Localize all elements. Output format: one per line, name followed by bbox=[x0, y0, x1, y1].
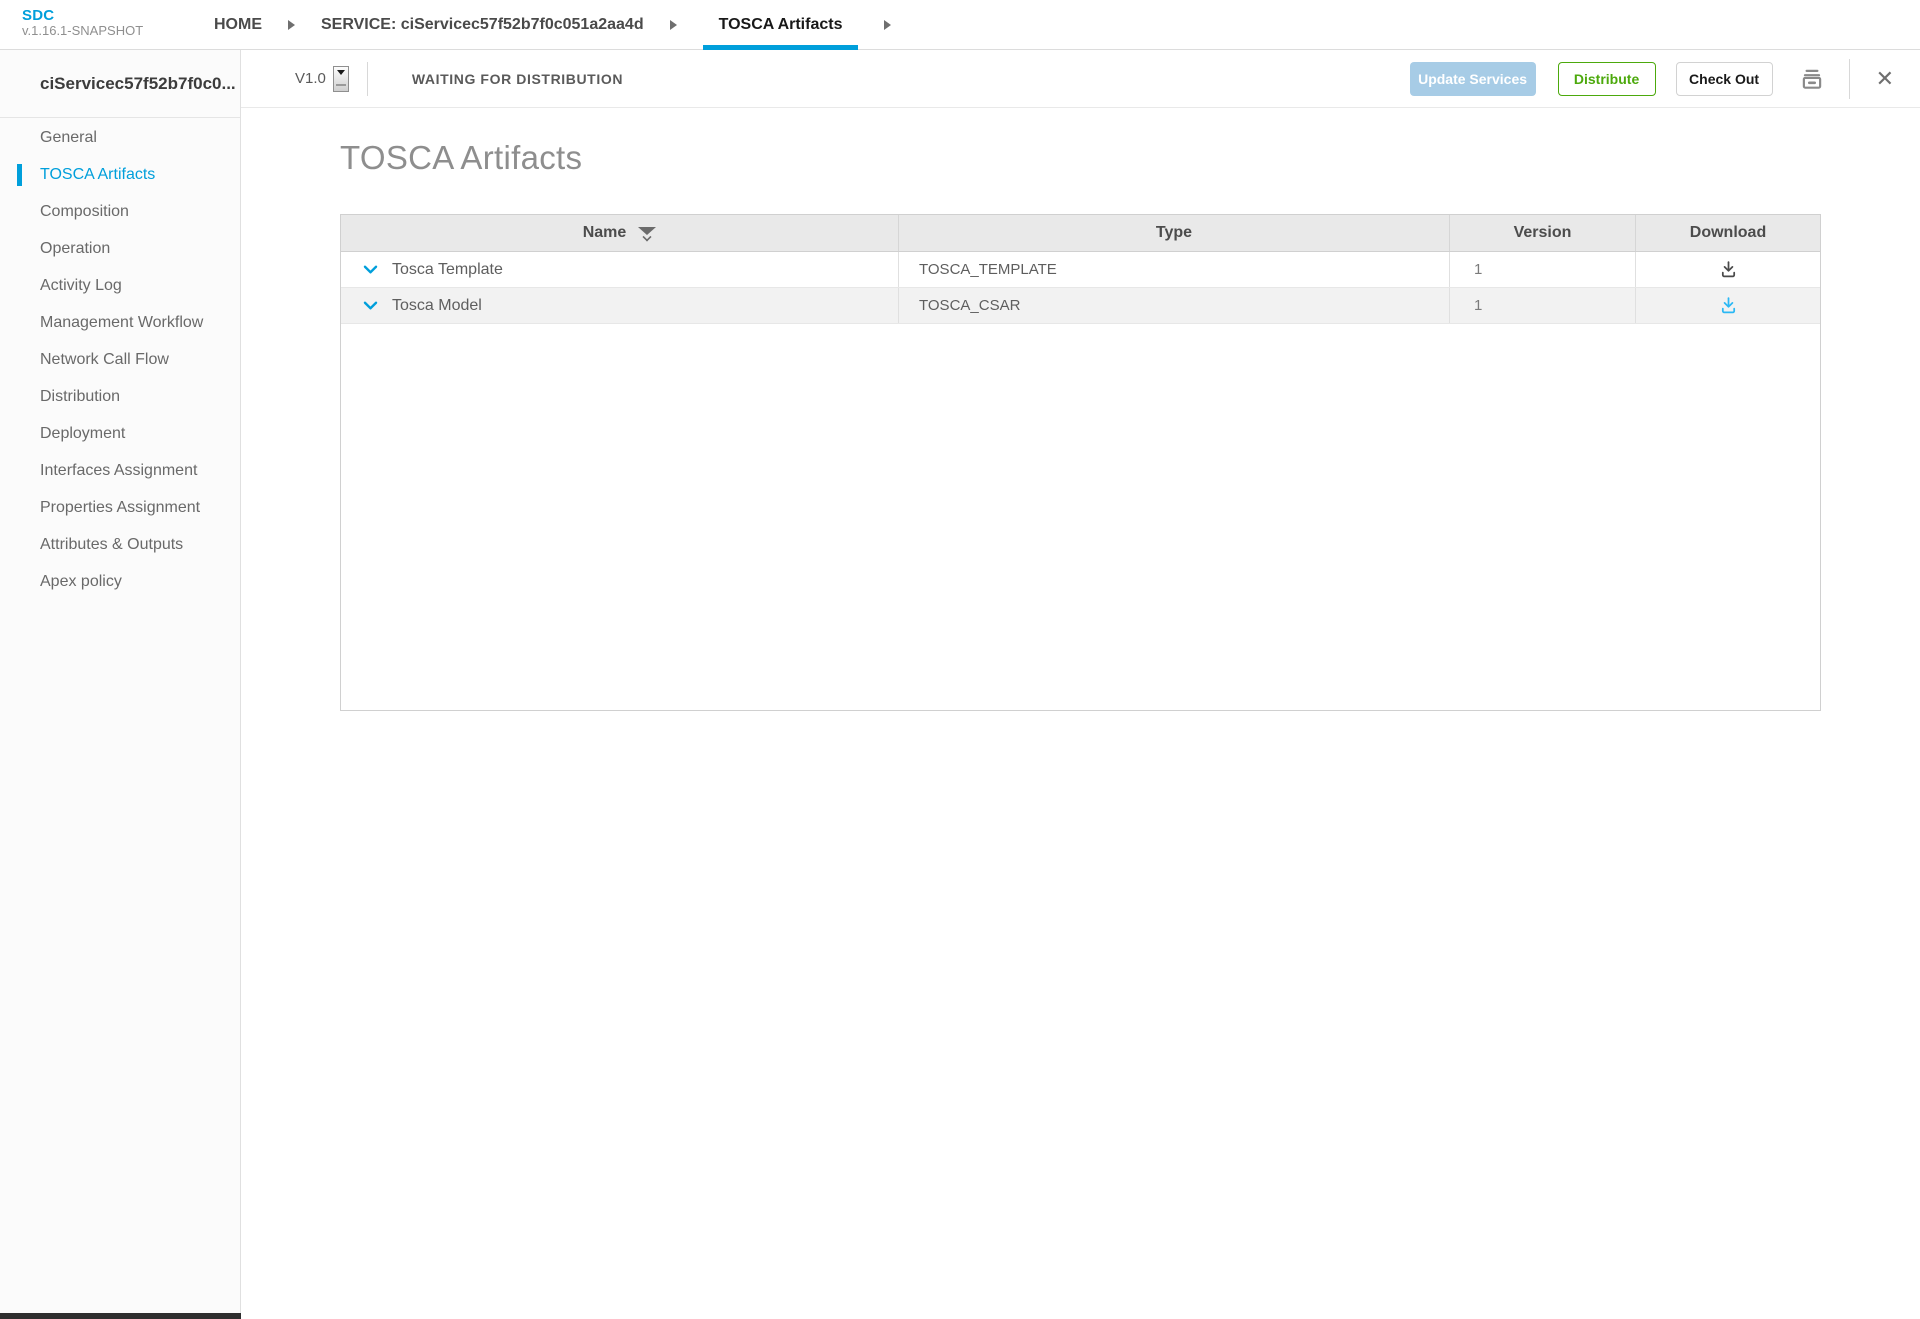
artifact-version: 1 bbox=[1450, 288, 1636, 323]
printer-icon[interactable] bbox=[1799, 66, 1825, 92]
artifact-type: TOSCA_CSAR bbox=[899, 288, 1450, 323]
app-name: SDC bbox=[22, 7, 143, 24]
column-header-download[interactable]: Download bbox=[1636, 215, 1820, 251]
sidebar-item-management-workflow[interactable]: Management Workflow bbox=[0, 304, 240, 341]
tosca-artifacts-table: Name Type Version Download Tosca Templat… bbox=[340, 214, 1821, 711]
sidebar-item-distribution[interactable]: Distribution bbox=[0, 378, 240, 415]
breadcrumb-arrow-icon bbox=[884, 20, 891, 30]
sidebar-item-properties-assignment[interactable]: Properties Assignment bbox=[0, 489, 240, 526]
version-dropdown-icon[interactable] bbox=[333, 66, 349, 92]
breadcrumb: HOME SERVICE: ciServicec57f52b7f0c051a2a… bbox=[214, 0, 917, 49]
close-icon[interactable]: ✕ bbox=[1876, 68, 1894, 90]
download-icon[interactable] bbox=[1718, 259, 1739, 280]
service-toolbar: V1.0 WAITING FOR DISTRIBUTION Update Ser… bbox=[241, 50, 1920, 108]
artifact-version: 1 bbox=[1450, 252, 1636, 287]
expand-chevron-icon[interactable] bbox=[361, 296, 380, 315]
sidebar-item-composition[interactable]: Composition bbox=[0, 193, 240, 230]
app-version: v.1.16.1-SNAPSHOT bbox=[22, 24, 143, 39]
sidebar-item-interfaces-assignment[interactable]: Interfaces Assignment bbox=[0, 452, 240, 489]
update-services-button[interactable]: Update Services bbox=[1410, 62, 1536, 96]
version-selector[interactable]: V1.0 bbox=[295, 66, 349, 92]
app-logo[interactable]: SDC v.1.16.1-SNAPSHOT bbox=[22, 7, 143, 39]
sidebar-item-tosca-artifacts[interactable]: TOSCA Artifacts bbox=[0, 156, 240, 193]
sidebar-item-network-call-flow[interactable]: Network Call Flow bbox=[0, 341, 240, 378]
active-indicator-bar bbox=[17, 164, 22, 186]
artifact-name: Tosca Model bbox=[392, 297, 482, 315]
column-header-type[interactable]: Type bbox=[899, 215, 1450, 251]
distribute-button[interactable]: Distribute bbox=[1558, 62, 1656, 96]
sidebar-item-deployment[interactable]: Deployment bbox=[0, 415, 240, 452]
sidebar-item-attributes-outputs[interactable]: Attributes & Outputs bbox=[0, 526, 240, 563]
lifecycle-status-badge: WAITING FOR DISTRIBUTION bbox=[412, 71, 623, 87]
divider bbox=[367, 62, 368, 96]
page-title: TOSCA Artifacts bbox=[340, 139, 582, 177]
table-row: Tosca Model TOSCA_CSAR 1 bbox=[341, 288, 1820, 324]
artifact-type: TOSCA_TEMPLATE bbox=[899, 252, 1450, 287]
sidebar-item-apex-policy[interactable]: Apex policy bbox=[0, 563, 240, 600]
breadcrumb-arrow-icon bbox=[288, 20, 295, 30]
sidebar-item-operation[interactable]: Operation bbox=[0, 230, 240, 267]
sidebar-menu: General TOSCA Artifacts Composition Oper… bbox=[0, 118, 240, 600]
check-out-button[interactable]: Check Out bbox=[1676, 62, 1773, 96]
sdc-app: SDC v.1.16.1-SNAPSHOT HOME SERVICE: ciSe… bbox=[0, 0, 1920, 1319]
sidebar: ciServicec57f52b7f0c0... General TOSCA A… bbox=[0, 50, 241, 1319]
sidebar-item-general[interactable]: General bbox=[0, 119, 240, 156]
footer-strip bbox=[0, 1313, 241, 1319]
table-row: Tosca Template TOSCA_TEMPLATE 1 bbox=[341, 252, 1820, 288]
column-header-name[interactable]: Name bbox=[341, 215, 899, 251]
divider bbox=[1849, 59, 1850, 99]
table-header-row: Name Type Version Download bbox=[341, 215, 1820, 252]
top-bar: SDC v.1.16.1-SNAPSHOT HOME SERVICE: ciSe… bbox=[0, 0, 1920, 50]
breadcrumb-arrow-icon bbox=[670, 20, 677, 30]
toolbar-actions: Update Services Distribute Check Out ✕ bbox=[1410, 59, 1894, 99]
download-icon[interactable] bbox=[1718, 295, 1739, 316]
service-name-title: ciServicec57f52b7f0c0... bbox=[0, 50, 240, 118]
artifact-name: Tosca Template bbox=[392, 261, 503, 279]
sort-icon[interactable] bbox=[638, 227, 656, 241]
breadcrumb-home[interactable]: HOME bbox=[214, 0, 262, 49]
column-header-version[interactable]: Version bbox=[1450, 215, 1636, 251]
sidebar-item-activity-log[interactable]: Activity Log bbox=[0, 267, 240, 304]
version-label: V1.0 bbox=[295, 70, 326, 87]
breadcrumb-service[interactable]: SERVICE: ciServicec57f52b7f0c051a2aa4d bbox=[321, 0, 644, 49]
tab-tosca-artifacts[interactable]: TOSCA Artifacts bbox=[703, 0, 859, 49]
expand-chevron-icon[interactable] bbox=[361, 260, 380, 279]
